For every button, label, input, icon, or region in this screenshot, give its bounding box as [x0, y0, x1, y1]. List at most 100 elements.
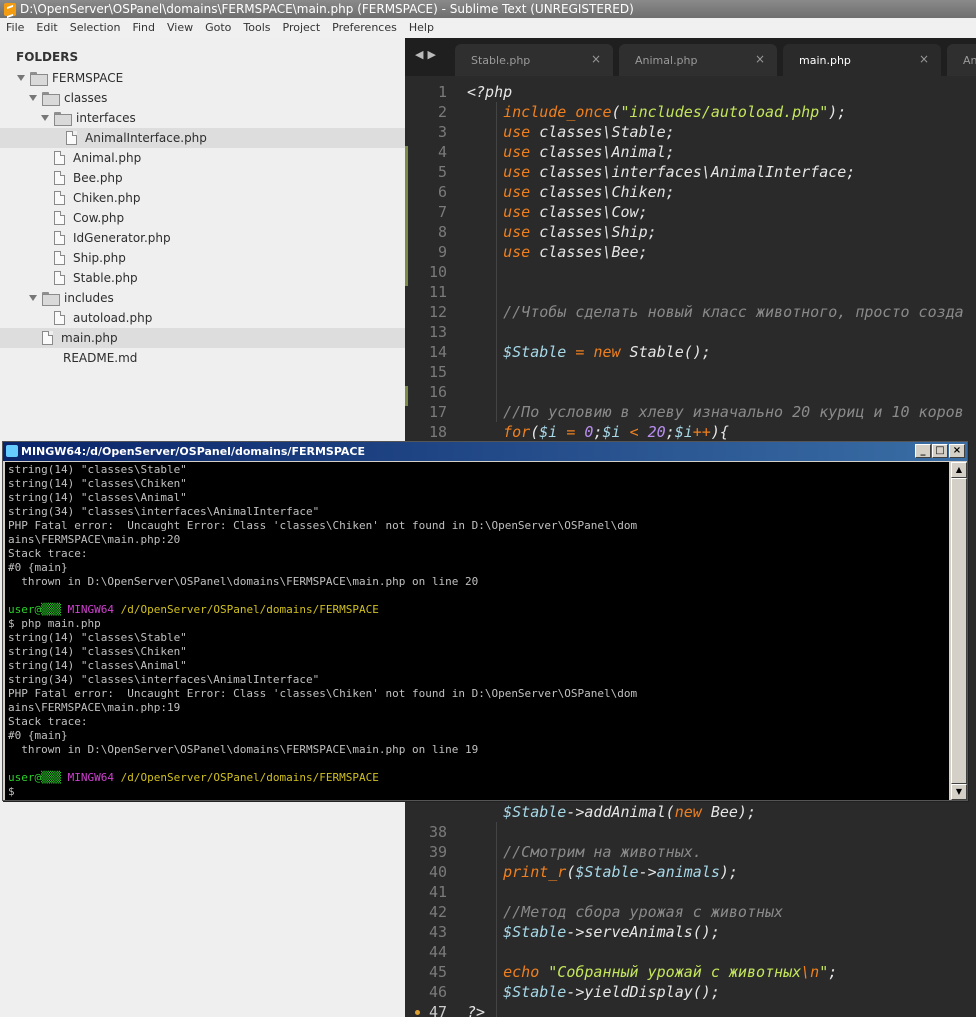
tree-file-chiken[interactable]: Chiken.php — [0, 188, 405, 208]
tree-label: IdGenerator.php — [73, 231, 171, 245]
line-number: 6 — [437, 183, 447, 201]
tab-nav-arrows-icon[interactable]: ◀▶ — [415, 48, 440, 61]
tree-file-bee[interactable]: Bee.php — [0, 168, 405, 188]
code-line[interactable]: use classes\Stable; — [467, 122, 675, 142]
code-line[interactable]: $Stable->serveAnimals(); — [467, 922, 720, 942]
close-icon[interactable]: × — [919, 52, 929, 66]
tree-label: autoload.php — [73, 311, 153, 325]
terminal-output[interactable]: string(14) "classes\Stable" string(14) "c… — [5, 462, 949, 800]
minimize-button[interactable]: _ — [915, 444, 931, 458]
tree-file-ship[interactable]: Ship.php — [0, 248, 405, 268]
terminal-line: $ php main.php — [8, 617, 101, 630]
line-number: 18 — [428, 423, 447, 441]
tree-folder-interfaces[interactable]: interfaces — [0, 108, 405, 128]
tab-animal-overflow[interactable]: Ani — [947, 44, 976, 76]
code-line[interactable]: $Stable->addAnimal(new Bee); — [467, 802, 756, 822]
menu-preferences[interactable]: Preferences — [326, 18, 403, 38]
code-line[interactable]: <?php — [467, 82, 512, 102]
tree-label: Stable.php — [73, 271, 138, 285]
line-number: 1 — [437, 83, 447, 101]
chevron-down-icon[interactable] — [28, 93, 38, 103]
chevron-down-icon[interactable] — [16, 73, 26, 83]
code-line[interactable]: use classes\Cow; — [467, 202, 648, 222]
sublime-app-icon — [4, 2, 16, 16]
tab-stable[interactable]: Stable.php × — [455, 44, 613, 76]
code-line[interactable]: $Stable = new Stable(); — [467, 342, 711, 362]
code-line[interactable]: //Чтобы сделать новый класс животного, п… — [467, 302, 964, 322]
sidebar-heading: FOLDERS — [16, 50, 79, 64]
chevron-down-icon[interactable] — [40, 113, 50, 123]
line-number: 15 — [428, 363, 447, 381]
tab-animal[interactable]: Animal.php × — [619, 44, 777, 76]
terminal-line: PHP Fatal error: Uncaught Error: Class '… — [8, 519, 638, 532]
code-line[interactable]: for($i = 0;$i < 20;$i++){ — [467, 422, 729, 442]
scroll-up-icon[interactable]: ▲ — [951, 462, 967, 478]
terminal-titlebar[interactable]: MINGW64:/d/OpenServer/OSPanel/domains/FE… — [3, 442, 967, 461]
menu-find[interactable]: Find — [126, 18, 161, 38]
tree-label: FERMSPACE — [52, 71, 124, 85]
menu-edit[interactable]: Edit — [30, 18, 63, 38]
menu-file[interactable]: File — [0, 18, 30, 38]
line-number: 5 — [437, 163, 447, 181]
code-line[interactable]: //Смотрим на животных. — [467, 842, 702, 862]
tree-file-autoload[interactable]: autoload.php — [0, 308, 405, 328]
file-icon — [54, 231, 65, 245]
line-number: 39 — [428, 843, 447, 861]
code-line[interactable]: //Метод сбора урожая с животных — [467, 902, 783, 922]
code-line[interactable]: $Stable->yieldDisplay(); — [467, 982, 720, 1002]
close-icon[interactable]: × — [591, 52, 601, 66]
close-icon[interactable]: × — [755, 52, 765, 66]
close-button[interactable]: × — [949, 444, 965, 458]
code-line[interactable]: use classes\Bee; — [467, 242, 648, 262]
menu-help[interactable]: Help — [403, 18, 440, 38]
tree-file-animal[interactable]: Animal.php — [0, 148, 405, 168]
tree-folder-classes[interactable]: classes — [0, 88, 405, 108]
code-line[interactable]: ?> — [467, 1002, 485, 1017]
tree-file-readme[interactable]: README.md — [0, 348, 405, 368]
tree-file-cow[interactable]: Cow.php — [0, 208, 405, 228]
tree-label: README.md — [63, 351, 138, 365]
code-line[interactable]: include_once("includes/autoload.php"); — [467, 102, 846, 122]
terminal-window[interactable]: MINGW64:/d/OpenServer/OSPanel/domains/FE… — [2, 441, 968, 801]
code-line[interactable]: print_r($Stable->animals); — [467, 862, 738, 882]
code-line[interactable]: use classes\Chiken; — [467, 182, 675, 202]
line-number: 3 — [437, 123, 447, 141]
tab-main[interactable]: main.php × — [783, 44, 941, 76]
tree-folder-fermspace[interactable]: FERMSPACE — [0, 68, 405, 88]
tree-file-idgenerator[interactable]: IdGenerator.php — [0, 228, 405, 248]
tree-file-stable[interactable]: Stable.php — [0, 268, 405, 288]
code-line[interactable]: use classes\Animal; — [467, 142, 675, 162]
terminal-line: string(14) "classes\Chiken" — [8, 645, 187, 658]
terminal-line: string(34) "classes\interfaces\AnimalInt… — [8, 673, 320, 686]
tree-label: Cow.php — [73, 211, 125, 225]
code-line[interactable]: use classes\Ship; — [467, 222, 657, 242]
maximize-button[interactable]: □ — [932, 444, 948, 458]
terminal-scrollbar[interactable]: ▲ ▼ — [951, 462, 967, 800]
tab-label: Stable.php — [471, 53, 531, 67]
tree-file-animalinterface[interactable]: AnimalInterface.php — [0, 128, 405, 148]
line-number: 8 — [437, 223, 447, 241]
menu-view[interactable]: View — [161, 18, 199, 38]
file-icon — [54, 191, 65, 205]
window-title: D:\OpenServer\OSPanel\domains\FERMSPACE\… — [20, 2, 634, 16]
menu-goto[interactable]: Goto — [199, 18, 237, 38]
tree-folder-includes[interactable]: includes — [0, 288, 405, 308]
line-number: 11 — [428, 283, 447, 301]
line-number: 12 — [428, 303, 447, 321]
folder-open-icon — [42, 92, 60, 106]
scroll-down-icon[interactable]: ▼ — [951, 784, 967, 800]
menu-project[interactable]: Project — [277, 18, 327, 38]
terminal-line: string(14) "classes\Animal" — [8, 659, 187, 672]
scroll-thumb[interactable] — [951, 478, 967, 784]
code-line[interactable]: use classes\interfaces\AnimalInterface; — [467, 162, 855, 182]
tree-file-main[interactable]: main.php — [0, 328, 405, 348]
code-line[interactable]: //По условию в хлеву изначально 20 куриц… — [467, 402, 964, 422]
terminal-line: string(14) "classes\Stable" — [8, 631, 187, 644]
terminal-line: user@▒▒▒ MINGW64 /d/OpenServer/OSPanel/d… — [8, 603, 379, 616]
menu-tools[interactable]: Tools — [237, 18, 276, 38]
menu-selection[interactable]: Selection — [64, 18, 127, 38]
code-line[interactable]: echo "Собранный урожай с животных\n"; — [467, 962, 837, 982]
line-number: 40 — [428, 863, 447, 881]
chevron-down-icon[interactable] — [28, 293, 38, 303]
file-icon — [54, 171, 65, 185]
